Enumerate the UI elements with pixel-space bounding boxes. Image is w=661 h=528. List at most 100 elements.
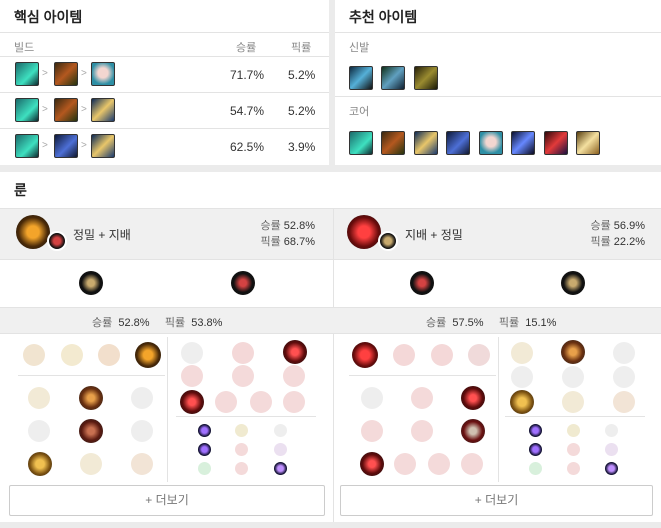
- rune-icon: [131, 453, 153, 475]
- eyeball-collection-icon: [180, 390, 204, 414]
- scepter-icon: [91, 98, 115, 122]
- boots-item-icon[interactable]: [381, 66, 405, 90]
- health-shard-icon: [198, 462, 211, 475]
- more-button[interactable]: + 더보기: [9, 485, 325, 516]
- rune-page-header[interactable]: 지배 + 정밀 승률 56.9% 픽률 22.2%: [334, 209, 661, 259]
- armor-shard-icon: [567, 462, 580, 475]
- build-row[interactable]: > > 71.7% 5.2%: [0, 56, 329, 92]
- green-gun-icon: [15, 134, 39, 158]
- rune-icon: [613, 342, 635, 364]
- precision-tree-icon: [378, 231, 398, 251]
- rune-icon: [232, 342, 254, 364]
- adaptive-shard-icon: [529, 424, 542, 437]
- rune-icon: [461, 453, 483, 475]
- zombie-ward-icon: [461, 419, 485, 443]
- cheap-shot-icon: [461, 386, 485, 410]
- rune-icon: [511, 366, 533, 388]
- pick-rate: 5.2%: [288, 104, 316, 118]
- rune-icon: [80, 453, 102, 475]
- adaptive-shard-icon: [198, 424, 211, 437]
- rune-icon: [411, 387, 433, 409]
- page-pick: 픽률 68.7%: [260, 236, 315, 248]
- col-build: 빌드: [14, 42, 35, 54]
- col-win: 승률: [236, 42, 257, 54]
- rune-icon: [232, 365, 254, 387]
- rune-icon: [283, 365, 305, 387]
- jinx-portrait-icon: [91, 62, 115, 86]
- recommended-items-panel: 추천 아이템 신발 코어: [335, 0, 661, 165]
- boots-item-icon[interactable]: [349, 66, 373, 90]
- domination-tree-icon: [410, 271, 434, 295]
- eyeball-collection-icon: [360, 452, 384, 476]
- mr-shard-icon: [605, 443, 618, 456]
- domination-tree-icon: [231, 271, 255, 295]
- armor-shard-icon: [235, 462, 248, 475]
- press-the-attack-icon: [135, 342, 161, 368]
- coup-de-grace-icon: [510, 390, 534, 414]
- green-gun-icon[interactable]: [349, 131, 373, 155]
- rune-icon: [181, 342, 203, 364]
- rune-icon: [428, 453, 450, 475]
- rune-icon: [28, 387, 50, 409]
- press-the-attack-icon: [16, 215, 50, 249]
- cheap-shot-icon: [283, 340, 307, 364]
- rune-icon: [562, 366, 584, 388]
- core-label: 코어: [349, 106, 370, 118]
- rune-icon: [250, 391, 272, 413]
- rune-icon: [61, 344, 83, 366]
- attack-speed-shard-icon: [235, 424, 248, 437]
- rune-page-header[interactable]: 정밀 + 지배 승률 52.8% 픽률 68.7%: [0, 209, 333, 259]
- runes-panel: 룬 정밀 + 지배 승률 52.8% 픽률 68.7% 지배 + 정밀 승률 5…: [0, 172, 661, 522]
- lute-icon: [54, 62, 78, 86]
- rune-icon: [28, 420, 50, 442]
- boots-label: 신발: [349, 42, 370, 54]
- rune-icon: [23, 344, 45, 366]
- green-gun-icon: [15, 62, 39, 86]
- rune-icon: [431, 344, 453, 366]
- blue-blade-icon: [54, 134, 78, 158]
- rune-icon: [181, 365, 203, 387]
- boots-item-icon[interactable]: [414, 66, 438, 90]
- tome-icon[interactable]: [576, 131, 600, 155]
- build-row[interactable]: > > 54.7% 5.2%: [0, 92, 329, 128]
- precision-tree-icon: [561, 271, 585, 295]
- rune-icon: [283, 391, 305, 413]
- rune-icon: [131, 387, 153, 409]
- health-shard-icon: [529, 462, 542, 475]
- rune-icon: [393, 344, 415, 366]
- mr-shard-icon: [605, 462, 618, 475]
- adaptive-shard-icon: [198, 443, 211, 456]
- win-rate: 54.7%: [230, 104, 265, 118]
- adaptive-shard-icon: [529, 443, 542, 456]
- jinx-portrait-icon[interactable]: [479, 131, 503, 155]
- core-items-title: 핵심 아이템: [14, 9, 83, 25]
- domination-tree-icon: [47, 231, 67, 251]
- red-blade-icon[interactable]: [544, 131, 568, 155]
- rune-page-name: 지배 + 정밀: [405, 228, 463, 242]
- page-pick: 픽률 22.2%: [590, 236, 645, 248]
- legend-bloodline-icon: [79, 419, 103, 443]
- build-row[interactable]: > > 62.5% 3.9%: [0, 128, 329, 164]
- win-rate: 62.5%: [230, 140, 265, 154]
- more-button[interactable]: + 더보기: [340, 485, 653, 516]
- rune-page-name: 정밀 + 지배: [73, 228, 131, 242]
- wand-icon[interactable]: [511, 131, 535, 155]
- triumph-icon: [561, 340, 585, 364]
- scepter-icon[interactable]: [414, 131, 438, 155]
- pick-rate: 3.9%: [288, 140, 316, 154]
- precision-tree-icon: [79, 271, 103, 295]
- core-items-panel: 핵심 아이템 빌드 승률 픽률 > > 71.7% 5.2% > > 54.7%…: [0, 0, 329, 165]
- rune-icon: [613, 366, 635, 388]
- recommended-items-title: 추천 아이템: [349, 9, 418, 25]
- win-rate: 71.7%: [230, 68, 265, 82]
- col-pick: 픽률: [291, 42, 312, 54]
- mr-shard-icon: [274, 462, 287, 475]
- rune-icon: [468, 344, 490, 366]
- page-win: 승률 52.8%: [260, 220, 315, 232]
- blue-blade-icon[interactable]: [446, 131, 470, 155]
- page-stats: 승률 52.8% 픽률 53.8%: [92, 317, 223, 329]
- attack-speed-shard-icon: [567, 424, 580, 437]
- lute-icon[interactable]: [381, 131, 405, 155]
- rune-icon: [394, 453, 416, 475]
- rune-icon: [613, 391, 635, 413]
